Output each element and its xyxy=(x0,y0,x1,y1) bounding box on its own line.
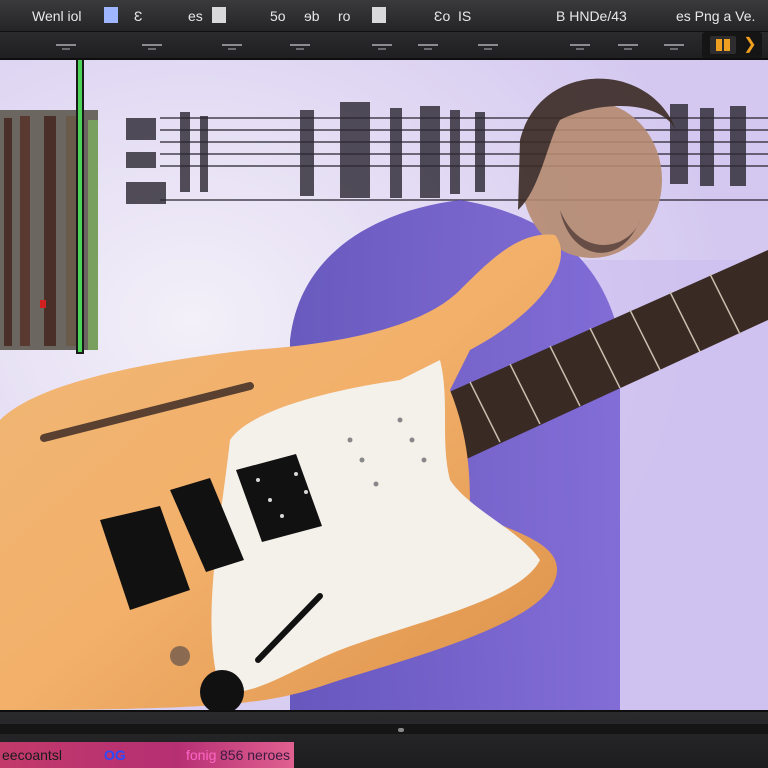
toolbar-tool-icon[interactable] xyxy=(618,44,638,52)
menu-glyph-icon[interactable] xyxy=(372,7,386,23)
status-label: fonig xyxy=(186,747,217,763)
menu-item-view[interactable]: es xyxy=(188,7,203,25)
menu-item-tools[interactable]: ro xyxy=(338,7,350,25)
menu-item-format[interactable]: ɘb xyxy=(304,7,320,25)
status-strip: eecoantsl OG fonig 856 neroes xyxy=(0,742,294,768)
menu-item-file[interactable]: Wenl iol xyxy=(32,7,82,25)
menu-item-help[interactable]: IS xyxy=(458,7,471,25)
playback-controls: ❯ xyxy=(702,32,762,58)
toolbar-tool-icon[interactable] xyxy=(142,44,162,52)
top-menu-bar: Wenl iol Ɛ es 5o ɘb ro Ɛo IS B HNDe/43 e… xyxy=(0,0,768,32)
toolbar-tool-icon[interactable] xyxy=(570,44,590,52)
status-code: OG xyxy=(104,747,126,763)
video-viewer[interactable] xyxy=(0,60,768,710)
toolbar-tool-icon[interactable] xyxy=(478,44,498,52)
skip-forward-icon[interactable]: ❯ xyxy=(742,36,758,54)
scrubber-handle[interactable] xyxy=(398,728,404,732)
menu-item-playback[interactable]: es Png a Ve. xyxy=(676,7,755,25)
menu-item-edit[interactable]: Ɛ xyxy=(134,7,142,25)
menu-item-insert[interactable]: 5o xyxy=(270,7,286,25)
toolbar-tool-icon[interactable] xyxy=(290,44,310,52)
toolbar-tool-icon[interactable] xyxy=(418,44,438,52)
video-frame xyxy=(0,60,768,710)
toolbar-tool-icon[interactable] xyxy=(56,44,76,52)
pause-icon[interactable] xyxy=(710,36,736,54)
timeline-scrubber[interactable] xyxy=(0,724,768,734)
toolbar: ❯ xyxy=(0,32,768,60)
menu-glyph-icon[interactable] xyxy=(104,7,118,23)
status-text: eecoantsl xyxy=(2,747,62,763)
menu-glyph-icon[interactable] xyxy=(212,7,226,23)
toolbar-tool-icon[interactable] xyxy=(664,44,684,52)
bottom-bar: eecoantsl OG fonig 856 neroes xyxy=(0,710,768,768)
menu-item-window[interactable]: Ɛo xyxy=(434,7,450,25)
toolbar-tool-icon[interactable] xyxy=(372,44,392,52)
status-info: 856 neroes xyxy=(220,747,291,763)
window-title: B HNDe/43 xyxy=(556,8,627,24)
toolbar-tool-icon[interactable] xyxy=(222,44,242,52)
